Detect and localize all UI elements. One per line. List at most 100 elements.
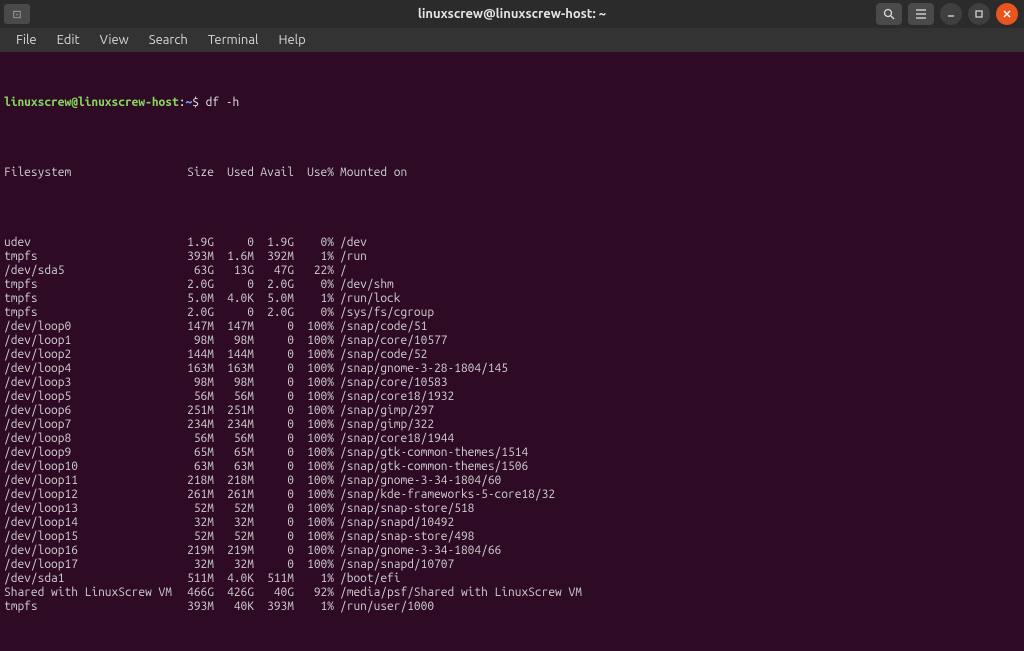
cell-pct: 0% (294, 278, 334, 292)
cell-avail: 0 (254, 558, 294, 572)
cell-size: 466G (174, 586, 214, 600)
cell-pct: 100% (294, 530, 334, 544)
hdr-size: Size (174, 166, 214, 180)
cell-size: 98M (174, 334, 214, 348)
menu-terminal[interactable]: Terminal (198, 31, 269, 49)
cell-fs: tmpfs (4, 306, 174, 320)
hdr-pct: Use% (294, 166, 334, 180)
cell-fs: /dev/loop9 (4, 446, 174, 460)
prompt-sep: : (179, 96, 186, 110)
minimize-icon (946, 9, 956, 19)
cell-used: 163M (214, 362, 254, 376)
cell-pct: 100% (294, 432, 334, 446)
cell-used: 32M (214, 516, 254, 530)
cell-used: 147M (214, 320, 254, 334)
menu-help[interactable]: Help (268, 31, 315, 49)
cell-size: 261M (174, 488, 214, 502)
cell-size: 52M (174, 502, 214, 516)
cell-used: 426G (214, 586, 254, 600)
menubar: File Edit View Search Terminal Help (0, 28, 1024, 52)
cell-size: 98M (174, 376, 214, 390)
cell-mnt: /snap/gimp/322 (334, 418, 434, 432)
cell-avail: 47G (254, 264, 294, 278)
cell-fs: /dev/loop12 (4, 488, 174, 502)
cell-fs: tmpfs (4, 278, 174, 292)
df-row: /dev/loop12261M261M0100%/snap/kde-framew… (4, 488, 1020, 502)
cell-fs: /dev/loop8 (4, 432, 174, 446)
cell-fs: /dev/sda5 (4, 264, 174, 278)
menu-view[interactable]: View (90, 31, 139, 49)
cell-pct: 0% (294, 306, 334, 320)
menu-file[interactable]: File (6, 31, 47, 49)
cell-fs: tmpfs (4, 292, 174, 306)
cell-pct: 100% (294, 474, 334, 488)
df-row: /dev/loop556M56M0100%/snap/core18/1932 (4, 390, 1020, 404)
close-button[interactable] (996, 3, 1018, 25)
cell-mnt: /run (334, 250, 367, 264)
cell-pct: 22% (294, 264, 334, 278)
cell-mnt: /snap/code/51 (334, 320, 427, 334)
cell-avail: 0 (254, 502, 294, 516)
cell-mnt: /snap/snapd/10707 (334, 558, 454, 572)
cell-pct: 100% (294, 488, 334, 502)
df-row: /dev/loop1552M52M0100%/snap/snap-store/4… (4, 530, 1020, 544)
df-row: /dev/loop1352M52M0100%/snap/snap-store/5… (4, 502, 1020, 516)
cell-fs: /dev/loop4 (4, 362, 174, 376)
cell-avail: 0 (254, 390, 294, 404)
terminal-viewport[interactable]: linuxscrew@linuxscrew-host:~$ df -h File… (0, 52, 1024, 651)
df-row: /dev/sda563G13G47G22%/ (4, 264, 1020, 278)
cell-avail: 0 (254, 474, 294, 488)
cell-avail: 0 (254, 516, 294, 530)
cell-avail: 393M (254, 600, 294, 614)
cell-used: 98M (214, 334, 254, 348)
df-row: /dev/loop398M98M0100%/snap/core/10583 (4, 376, 1020, 390)
cell-mnt: /dev (334, 236, 367, 250)
cell-pct: 100% (294, 348, 334, 362)
cell-fs: /dev/loop6 (4, 404, 174, 418)
cell-used: 4.0K (214, 572, 254, 586)
cell-mnt: / (334, 264, 347, 278)
cell-avail: 0 (254, 348, 294, 362)
search-button[interactable] (876, 3, 902, 25)
cell-mnt: /snap/gnome-3-34-1804/66 (334, 544, 501, 558)
cell-used: 219M (214, 544, 254, 558)
cell-used: 32M (214, 558, 254, 572)
cell-avail: 40G (254, 586, 294, 600)
df-row: udev1.9G01.9G0%/dev (4, 236, 1020, 250)
cell-fs: /dev/loop14 (4, 516, 174, 530)
cell-pct: 100% (294, 362, 334, 376)
cell-mnt: /snap/gnome-3-34-1804/60 (334, 474, 501, 488)
cell-pct: 100% (294, 446, 334, 460)
cell-avail: 1.9G (254, 236, 294, 250)
maximize-button[interactable] (968, 3, 990, 25)
minimize-button[interactable] (940, 3, 962, 25)
window-title: linuxscrew@linuxscrew-host: ~ (0, 7, 1024, 21)
cell-size: 63M (174, 460, 214, 474)
cell-used: 0 (214, 236, 254, 250)
cell-mnt: /snap/gtk-common-themes/1506 (334, 460, 528, 474)
menu-edit[interactable]: Edit (47, 31, 90, 49)
cell-mnt: /snap/core18/1932 (334, 390, 454, 404)
hdr-used: Used (214, 166, 254, 180)
cell-size: 144M (174, 348, 214, 362)
df-row: /dev/loop965M65M0100%/snap/gtk-common-th… (4, 446, 1020, 460)
cell-size: 393M (174, 250, 214, 264)
cell-mnt: /run/user/1000 (334, 600, 434, 614)
cell-mnt: /sys/fs/cgroup (334, 306, 434, 320)
menu-search[interactable]: Search (139, 31, 198, 49)
cell-fs: /dev/loop0 (4, 320, 174, 334)
cell-size: 219M (174, 544, 214, 558)
cell-avail: 5.0M (254, 292, 294, 306)
cell-fs: /dev/loop13 (4, 502, 174, 516)
cell-size: 251M (174, 404, 214, 418)
cell-avail: 0 (254, 446, 294, 460)
cell-avail: 0 (254, 432, 294, 446)
cell-mnt: /snap/gimp/297 (334, 404, 434, 418)
df-row: /dev/loop856M56M0100%/snap/core18/1944 (4, 432, 1020, 446)
df-row: tmpfs2.0G02.0G0%/sys/fs/cgroup (4, 306, 1020, 320)
hamburger-menu-button[interactable] (908, 3, 934, 25)
command-text (199, 96, 206, 110)
cell-used: 261M (214, 488, 254, 502)
cell-mnt: /media/psf/Shared with LinuxScrew VM (334, 586, 582, 600)
cell-size: 63G (174, 264, 214, 278)
